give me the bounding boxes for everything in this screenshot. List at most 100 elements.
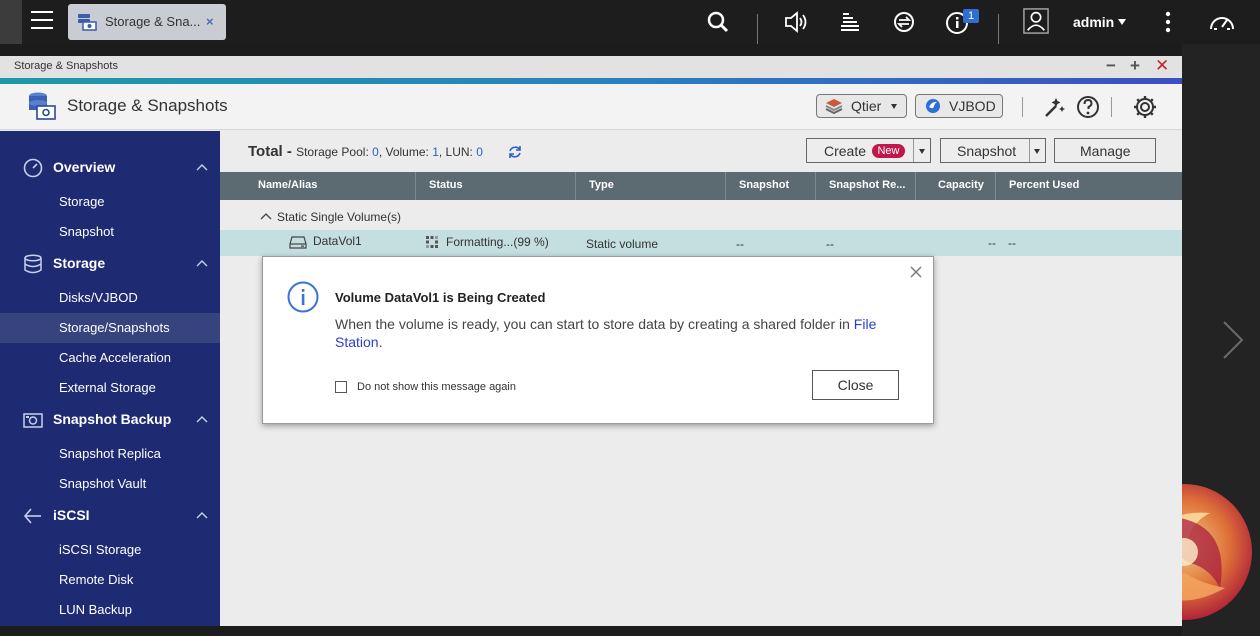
create-button-divider bbox=[913, 139, 914, 162]
volume-icon[interactable] bbox=[783, 9, 811, 35]
window-minimize-button[interactable]: − bbox=[1106, 57, 1116, 75]
column-type[interactable]: Type bbox=[576, 172, 726, 200]
sidebar-item-disks-vjbod[interactable]: Disks/VJBOD bbox=[0, 283, 220, 313]
qtier-button[interactable]: Qtier bbox=[816, 94, 907, 118]
sidebar-section-snapshot-backup[interactable]: Snapshot Backup bbox=[0, 405, 220, 435]
window-close-button[interactable]: ✕ bbox=[1155, 57, 1169, 75]
sidebar-section-iscsi[interactable]: iSCSI bbox=[0, 501, 220, 531]
sidebar-item-label: External Storage bbox=[59, 380, 156, 395]
sidebar-item-snapshot-replica[interactable]: Snapshot Replica bbox=[0, 439, 220, 469]
sidebar-item-lun-backup[interactable]: LUN Backup bbox=[0, 595, 220, 625]
sidebar-item-storage-overview[interactable]: Storage bbox=[0, 187, 220, 217]
sidebar-item-cache-acceleration[interactable]: Cache Acceleration bbox=[0, 343, 220, 373]
table-group-row[interactable]: Static Single Volume(s) bbox=[220, 206, 1182, 228]
sidebar-item-label: Disks/VJBOD bbox=[59, 290, 138, 305]
chevron-up-icon[interactable] bbox=[196, 258, 208, 268]
next-page-arrow-icon[interactable] bbox=[1218, 318, 1248, 362]
header-separator bbox=[1111, 97, 1112, 117]
snapshot-button-label: Snapshot bbox=[957, 143, 1017, 159]
do-not-show-label[interactable]: Do not show this message again bbox=[357, 381, 516, 393]
taskbar-app-tab[interactable]: Storage & Sna... × bbox=[68, 4, 226, 40]
snapshot-button-divider bbox=[1029, 139, 1030, 162]
dialog-message: When the volume is ready, you can start … bbox=[335, 315, 905, 351]
formatting-status-icon bbox=[426, 236, 438, 248]
column-snapshot[interactable]: Snapshot bbox=[726, 172, 816, 200]
sidebar-item-label: iSCSI Storage bbox=[59, 542, 142, 557]
lun-count: 0 bbox=[476, 145, 483, 159]
storage-app-icon bbox=[29, 92, 56, 120]
app-title: Storage & Snapshots bbox=[67, 96, 228, 115]
volume-type: Static volume bbox=[586, 237, 659, 251]
lun-label: , LUN: bbox=[438, 145, 477, 159]
dashboard-icon[interactable] bbox=[1208, 9, 1236, 35]
sidebar-item-external-storage[interactable]: External Storage bbox=[0, 373, 220, 403]
taskbar: Storage & Sna... × 1 admin bbox=[0, 0, 1260, 44]
vjbod-button[interactable]: VJBOD bbox=[915, 94, 1003, 118]
window-maximize-button[interactable]: + bbox=[1130, 57, 1140, 75]
storage-app-icon bbox=[78, 14, 97, 31]
create-dropdown-icon[interactable] bbox=[919, 149, 925, 154]
do-not-show-checkbox[interactable] bbox=[335, 381, 347, 393]
column-status[interactable]: Status bbox=[416, 172, 576, 200]
refresh-icon[interactable] bbox=[507, 144, 523, 160]
sidebar-item-remote-disk[interactable]: Remote Disk bbox=[0, 565, 220, 595]
column-percent-used[interactable]: Percent Used bbox=[996, 172, 1182, 200]
volume-snapshot-replica: -- bbox=[826, 237, 834, 251]
sidebar-item-snapshot-vault[interactable]: Snapshot Vault bbox=[0, 469, 220, 499]
sidebar-item-storage-snapshots[interactable]: Storage/Snapshots bbox=[0, 313, 220, 343]
dialog-message-end: . bbox=[378, 334, 383, 350]
sidebar-section-storage[interactable]: Storage bbox=[0, 249, 220, 279]
qtier-dropdown-icon bbox=[891, 104, 897, 109]
user-icon[interactable] bbox=[1022, 8, 1050, 34]
task-stack-icon[interactable] bbox=[837, 9, 865, 35]
create-button-label: Create bbox=[824, 143, 867, 159]
vjbod-icon bbox=[926, 99, 940, 113]
taskbar-app-tab-close-icon[interactable]: × bbox=[206, 14, 214, 29]
dialog-title: Volume DataVol1 is Being Created bbox=[335, 290, 546, 305]
user-dropdown-icon[interactable] bbox=[1118, 19, 1126, 25]
header-separator bbox=[1022, 97, 1023, 117]
manage-button[interactable]: Manage bbox=[1054, 138, 1156, 163]
user-name[interactable]: admin bbox=[1073, 14, 1114, 30]
chevron-up-icon[interactable] bbox=[196, 162, 208, 172]
sidebar-item-snapshot-overview[interactable]: Snapshot bbox=[0, 217, 220, 247]
settings-icon[interactable] bbox=[1132, 94, 1158, 120]
close-icon[interactable] bbox=[909, 265, 923, 279]
more-icon[interactable] bbox=[1155, 9, 1183, 35]
chevron-up-icon[interactable] bbox=[260, 211, 272, 221]
column-name-alias[interactable]: Name/Alias bbox=[220, 172, 416, 200]
total-summary: Total - Storage Pool: 0, Volume: 1, LUN:… bbox=[248, 143, 483, 160]
table-header: Name/Alias Status Type Snapshot Snapshot… bbox=[220, 172, 1182, 200]
diagnostic-icon[interactable] bbox=[1042, 94, 1068, 120]
sync-icon[interactable] bbox=[890, 9, 918, 35]
sidebar-item-label: Cache Acceleration bbox=[59, 350, 172, 365]
main-menu-icon[interactable] bbox=[28, 8, 56, 34]
chevron-up-icon[interactable] bbox=[196, 414, 208, 424]
column-capacity[interactable]: Capacity bbox=[916, 172, 996, 200]
camera-icon bbox=[23, 413, 43, 428]
database-icon bbox=[24, 254, 42, 274]
sidebar-item-label: Storage/Snapshots bbox=[59, 320, 170, 335]
snapshot-button[interactable]: Snapshot bbox=[940, 138, 1046, 163]
qtier-label: Qtier bbox=[851, 98, 882, 114]
search-icon[interactable] bbox=[704, 9, 732, 35]
sidebar-section-label: iSCSI bbox=[53, 507, 90, 523]
volume-capacity: -- bbox=[988, 236, 996, 250]
help-icon[interactable] bbox=[1075, 94, 1101, 120]
total-separator: - bbox=[282, 143, 297, 160]
volume-status: Formatting...(99 %) bbox=[446, 235, 549, 249]
new-badge: New bbox=[872, 144, 905, 158]
snapshot-dropdown-icon[interactable] bbox=[1034, 149, 1040, 154]
sidebar-item-iscsi-storage[interactable]: iSCSI Storage bbox=[0, 535, 220, 565]
sidebar-item-label: Snapshot Replica bbox=[59, 446, 161, 461]
column-snapshot-replica[interactable]: Snapshot Re... bbox=[816, 172, 916, 200]
table-row[interactable]: DataVol1 Formatting...(99 %) Static volu… bbox=[220, 230, 1182, 256]
sidebar-item-label: Remote Disk bbox=[59, 572, 134, 587]
create-button[interactable]: Create New bbox=[806, 138, 931, 163]
sidebar-section-label: Overview bbox=[53, 159, 116, 175]
taskbar-left-edge bbox=[0, 0, 22, 44]
sidebar-section-overview[interactable]: Overview bbox=[0, 153, 220, 183]
window-titlebar[interactable]: Storage & Snapshots − + ✕ bbox=[0, 56, 1182, 78]
dialog-close-button[interactable]: Close bbox=[812, 370, 899, 400]
chevron-up-icon[interactable] bbox=[196, 510, 208, 520]
